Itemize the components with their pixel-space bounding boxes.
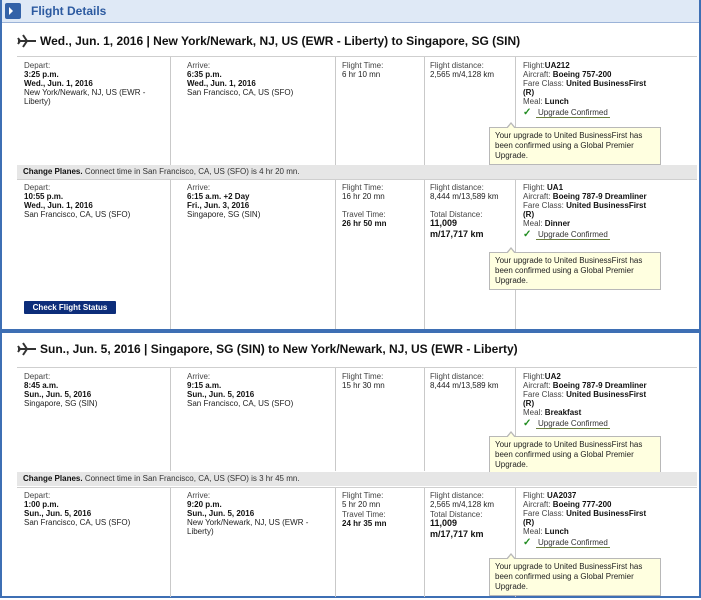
segment-3: Depart: 8:45 a.m. Sun., Jun. 5, 2016 Sin… bbox=[17, 367, 697, 474]
collapse-arrow-icon[interactable] bbox=[5, 3, 21, 19]
flight-details-panel: Flight Details Wed., Jun. 1, 2016 | New … bbox=[0, 0, 701, 598]
flight-number: UA212 bbox=[544, 61, 570, 70]
upgrade-tooltip: Your upgrade to United BusinessFirst has… bbox=[489, 122, 661, 165]
flight-time-column: Flight Time: 5 hr 20 mn Travel Time: 24 … bbox=[342, 491, 387, 528]
arrive-column: Arrive: 6:35 p.m. Wed., Jun. 1, 2016 San… bbox=[187, 61, 294, 97]
distance-column: Flight distance: 8,444 m/13,589 km Total… bbox=[430, 183, 499, 239]
flight-time-column: Flight Time: 16 hr 20 mn Travel Time: 26… bbox=[342, 183, 387, 228]
depart-column: Depart: 1:00 p.m. Sun., Jun. 5, 2016 San… bbox=[24, 491, 131, 527]
distance-column: Flight distance: 2,565 m/4,128 km bbox=[430, 61, 495, 79]
panel-title: Flight Details bbox=[31, 4, 107, 18]
segment-2: Depart: 10:55 p.m. Wed., Jun. 1, 2016 Sa… bbox=[17, 179, 697, 330]
change-planes-banner: Change Planes. Connect time in San Franc… bbox=[17, 472, 697, 486]
trip-1-title: Wed., Jun. 1, 2016 | New York/Newark, NJ… bbox=[40, 34, 521, 48]
checkmark-icon: ✓ bbox=[523, 107, 532, 118]
arrive-column: Arrive: 9:20 p.m. Sun., Jun. 5, 2016 New… bbox=[187, 491, 309, 536]
arrive-column: Arrive: 9:15 a.m. Sun., Jun. 5, 2016 San… bbox=[187, 372, 294, 408]
depart-date: Wed., Jun. 1, 2016 bbox=[24, 79, 93, 88]
trip-1-header: Wed., Jun. 1, 2016 | New York/Newark, NJ… bbox=[2, 26, 699, 56]
checkmark-icon: ✓ bbox=[523, 229, 532, 240]
segment-1: Depart: 3:25 p.m. Wed., Jun. 1, 2016 New… bbox=[17, 56, 697, 165]
trip-2-header: Sun., Jun. 5, 2016 | Singapore, SG (SIN)… bbox=[2, 334, 699, 364]
flight-details-column: Flight: UA2037 Aircraft: Boeing 777-200 … bbox=[523, 491, 647, 548]
flight-time-column: Flight Time: 6 hr 10 mn bbox=[342, 61, 384, 79]
upgrade-confirmed-link[interactable]: Upgrade Confirmed bbox=[536, 538, 610, 548]
checkmark-icon: ✓ bbox=[523, 418, 532, 429]
depart-time: 3:25 p.m. bbox=[24, 70, 59, 79]
airplane-icon bbox=[17, 34, 36, 48]
trip-divider bbox=[2, 329, 699, 333]
arrive-time: 6:35 p.m. bbox=[187, 70, 222, 79]
distance-column: Flight distance: 2,565 m/4,128 km Total … bbox=[430, 491, 495, 539]
arrive-date: Wed., Jun. 1, 2016 bbox=[187, 79, 256, 88]
upgrade-confirmed-link[interactable]: Upgrade Confirmed bbox=[536, 230, 610, 240]
depart-column: Depart: 8:45 a.m. Sun., Jun. 5, 2016 Sin… bbox=[24, 372, 98, 408]
arrive-column: Arrive: 6:15 a.m. +2 Day Fri., Jun. 3, 2… bbox=[187, 183, 261, 219]
upgrade-tooltip: Your upgrade to United BusinessFirst has… bbox=[489, 247, 661, 290]
change-planes-banner: Change Planes. Connect time in San Franc… bbox=[17, 165, 697, 179]
panel-titlebar: Flight Details bbox=[2, 0, 699, 23]
distance-column: Flight distance: 8,444 m/13,589 km bbox=[430, 372, 499, 390]
airplane-icon bbox=[17, 342, 36, 356]
segment-4: Depart: 1:00 p.m. Sun., Jun. 5, 2016 San… bbox=[17, 487, 697, 597]
flight-details-column: Flight: UA1 Aircraft: Boeing 787-9 Dream… bbox=[523, 183, 647, 240]
checkmark-icon: ✓ bbox=[523, 537, 532, 548]
trip-2-title: Sun., Jun. 5, 2016 | Singapore, SG (SIN)… bbox=[40, 342, 518, 356]
flight-time-column: Flight Time: 15 hr 30 mn bbox=[342, 372, 385, 390]
flight-details-column: Flight:UA2 Aircraft: Boeing 787-9 Dreaml… bbox=[523, 372, 647, 429]
depart-column: Depart: 3:25 p.m. Wed., Jun. 1, 2016 New… bbox=[24, 61, 146, 106]
upgrade-tooltip: Your upgrade to United BusinessFirst has… bbox=[489, 553, 661, 596]
depart-column: Depart: 10:55 p.m. Wed., Jun. 1, 2016 Sa… bbox=[24, 183, 131, 219]
flight-details-column: Flight:UA212 Aircraft: Boeing 757-200 Fa… bbox=[523, 61, 647, 118]
check-flight-status-button[interactable]: Check Flight Status bbox=[24, 301, 116, 314]
upgrade-tooltip: Your upgrade to United BusinessFirst has… bbox=[489, 431, 661, 474]
upgrade-confirmed-link[interactable]: Upgrade Confirmed bbox=[536, 108, 610, 118]
upgrade-confirmed-link[interactable]: Upgrade Confirmed bbox=[536, 419, 610, 429]
